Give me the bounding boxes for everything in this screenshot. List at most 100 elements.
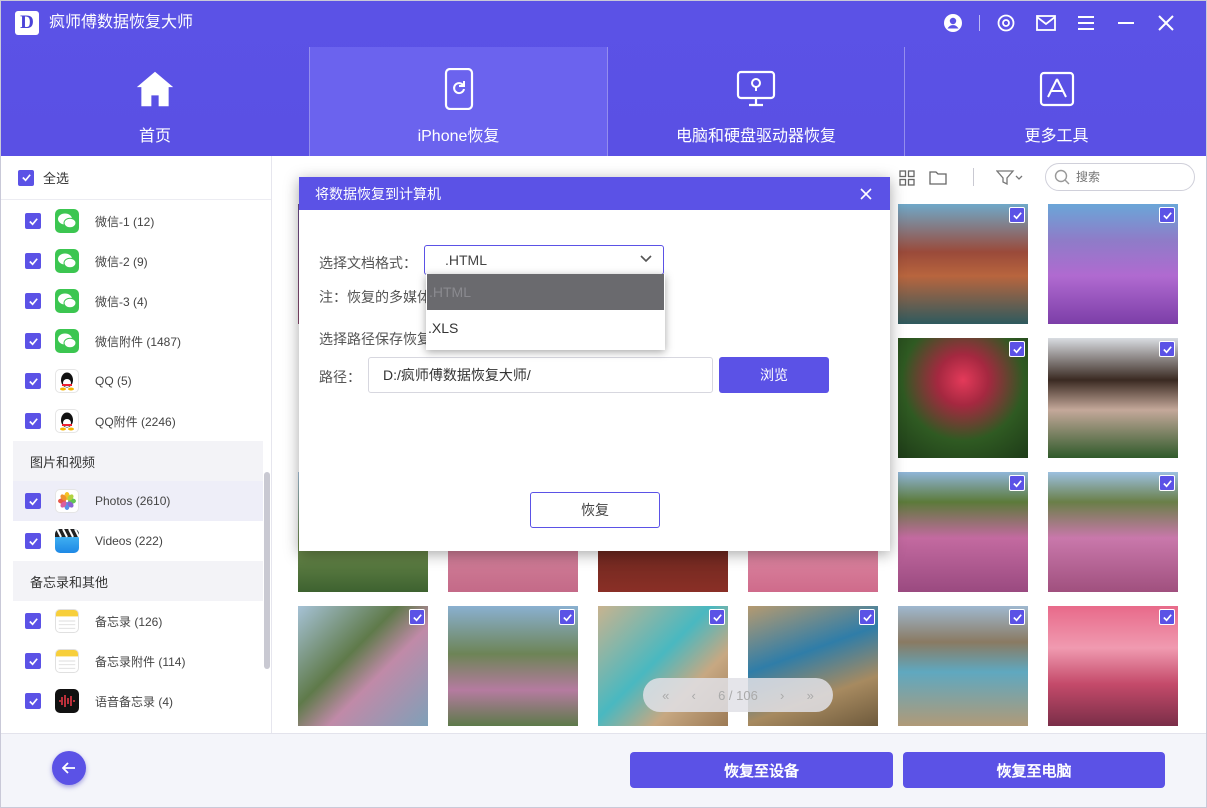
nav-home[interactable]: 首页 <box>1 47 309 156</box>
format-option-xls[interactable]: .XLS <box>426 310 665 346</box>
sidebar-item-wechat-3[interactable]: 微信-3 (4) <box>1 281 263 321</box>
search-box[interactable] <box>1045 163 1195 191</box>
settings-icon[interactable] <box>986 9 1026 37</box>
browse-button[interactable]: 浏览 <box>719 357 829 393</box>
restore-to-device-button[interactable]: 恢复至设备 <box>630 752 893 788</box>
prev-page-icon[interactable]: ‹ <box>692 688 696 703</box>
sidebar-item-wechat-1[interactable]: 微信-1 (12) <box>1 201 263 241</box>
item-checkbox[interactable] <box>25 493 41 509</box>
menu-icon[interactable] <box>1066 9 1106 37</box>
photo-thumbnail[interactable] <box>298 606 428 726</box>
item-checkbox[interactable] <box>25 213 41 229</box>
item-checkbox[interactable] <box>25 333 41 349</box>
home-icon <box>135 69 175 109</box>
main-nav: 首页 iPhone恢复 电脑和硬盘驱动器恢复 更多工具 <box>1 47 1206 156</box>
photo-thumbnail[interactable] <box>898 338 1028 458</box>
nav-iphone-recovery[interactable]: iPhone恢复 <box>310 47 607 156</box>
next-page-icon[interactable]: › <box>780 688 784 703</box>
search-input[interactable] <box>1076 170 1176 184</box>
photo-checkbox[interactable] <box>1009 207 1025 223</box>
media-note: 注：恢复的多媒体 <box>319 289 431 305</box>
chevron-down-icon <box>640 255 652 263</box>
grid-view-icon[interactable] <box>897 168 917 188</box>
format-option-html[interactable]: .HTML <box>427 274 664 310</box>
photo-thumbnail[interactable] <box>898 472 1028 592</box>
sidebar-item-voice-memos[interactable]: 语音备忘录 (4) <box>1 681 263 721</box>
first-page-icon[interactable]: « <box>662 688 669 703</box>
sidebar-item-label: 微信附件 (1487) <box>95 334 182 349</box>
notes-icon <box>55 609 79 633</box>
nav-more-tools[interactable]: 更多工具 <box>905 47 1206 156</box>
item-checkbox[interactable] <box>25 693 41 709</box>
photo-checkbox[interactable] <box>859 609 875 625</box>
restore-to-pc-button[interactable]: 恢复至电脑 <box>903 752 1165 788</box>
photo-checkbox[interactable] <box>1159 341 1175 357</box>
sidebar-item-label: QQ (5) <box>95 374 132 388</box>
notes-icon <box>55 649 79 673</box>
item-checkbox[interactable] <box>25 413 41 429</box>
filter-icon[interactable] <box>995 168 1025 188</box>
sidebar-item-videos[interactable]: Videos (222) <box>1 521 263 561</box>
photo-checkbox[interactable] <box>559 609 575 625</box>
dialog-title: 将数据恢复到计算机 <box>315 185 441 202</box>
photo-thumbnail[interactable] <box>1048 204 1178 324</box>
sidebar-item-label: 微信-3 (4) <box>95 294 148 309</box>
item-checkbox[interactable] <box>25 653 41 669</box>
nav-pc-recovery[interactable]: 电脑和硬盘驱动器恢复 <box>608 47 904 156</box>
photo-checkbox[interactable] <box>409 609 425 625</box>
format-select-value: .HTML <box>445 252 487 268</box>
photo-thumbnail[interactable] <box>1048 606 1178 726</box>
folder-icon[interactable] <box>928 168 948 188</box>
photo-checkbox[interactable] <box>1159 475 1175 491</box>
last-page-icon[interactable]: » <box>807 688 814 703</box>
sidebar-item-wechat-attachments[interactable]: 微信附件 (1487) <box>1 321 263 361</box>
photo-thumbnail[interactable] <box>1048 338 1178 458</box>
nav-iphone-label: iPhone恢复 <box>417 128 500 145</box>
wechat-icon <box>55 249 79 273</box>
item-checkbox[interactable] <box>25 253 41 269</box>
item-checkbox[interactable] <box>25 533 41 549</box>
photo-checkbox[interactable] <box>1159 609 1175 625</box>
nav-pc-label: 电脑和硬盘驱动器恢复 <box>675 128 836 145</box>
select-all-row[interactable]: 全选 <box>1 156 271 200</box>
sidebar: 全选 微信-1 (12) 微信-2 (9) 微信-3 (4) 微信附件 (148… <box>1 156 272 733</box>
qq-icon <box>55 409 79 433</box>
divider <box>979 15 980 31</box>
recover-button[interactable]: 恢复 <box>530 492 660 528</box>
photo-checkbox[interactable] <box>1009 475 1025 491</box>
sidebar-item-qq-attachments[interactable]: QQ附件 (2246) <box>1 401 263 441</box>
path-label: 路径： <box>319 369 361 385</box>
photo-thumbnail[interactable] <box>898 204 1028 324</box>
photo-checkbox[interactable] <box>709 609 725 625</box>
nav-home-label: 首页 <box>138 128 171 145</box>
group-header-other: 备忘录和其他 <box>13 561 263 601</box>
sidebar-item-notes[interactable]: 备忘录 (126) <box>1 601 263 641</box>
wechat-icon <box>55 209 79 233</box>
format-select[interactable]: .HTML <box>424 245 664 275</box>
sidebar-item-wechat-2[interactable]: 微信-2 (9) <box>1 241 263 281</box>
item-checkbox[interactable] <box>25 613 41 629</box>
path-field[interactable]: D:/疯师傅数据恢复大师/ <box>368 357 713 393</box>
mail-icon[interactable] <box>1026 9 1066 37</box>
photo-checkbox[interactable] <box>1159 207 1175 223</box>
photo-thumbnail[interactable] <box>898 606 1028 726</box>
phone-restore-icon <box>439 68 479 110</box>
sidebar-item-qq[interactable]: QQ (5) <box>1 361 263 401</box>
sidebar-scrollbar[interactable] <box>264 472 270 669</box>
sidebar-item-photos[interactable]: Photos (2610) <box>13 481 263 521</box>
dialog-close-icon[interactable] <box>858 186 874 202</box>
item-checkbox[interactable] <box>25 293 41 309</box>
select-all-checkbox[interactable] <box>18 169 34 186</box>
tools-icon <box>1037 69 1077 109</box>
photo-thumbnail[interactable] <box>448 606 578 726</box>
photo-checkbox[interactable] <box>1009 341 1025 357</box>
back-button[interactable] <box>52 751 86 785</box>
account-icon[interactable] <box>933 9 973 37</box>
app-logo: D <box>15 11 39 35</box>
sidebar-item-notes-attachments[interactable]: 备忘录附件 (114) <box>1 641 263 681</box>
item-checkbox[interactable] <box>25 373 41 389</box>
photo-checkbox[interactable] <box>1009 609 1025 625</box>
close-icon[interactable] <box>1146 9 1186 37</box>
photo-thumbnail[interactable] <box>1048 472 1178 592</box>
minimize-icon[interactable] <box>1106 9 1146 37</box>
